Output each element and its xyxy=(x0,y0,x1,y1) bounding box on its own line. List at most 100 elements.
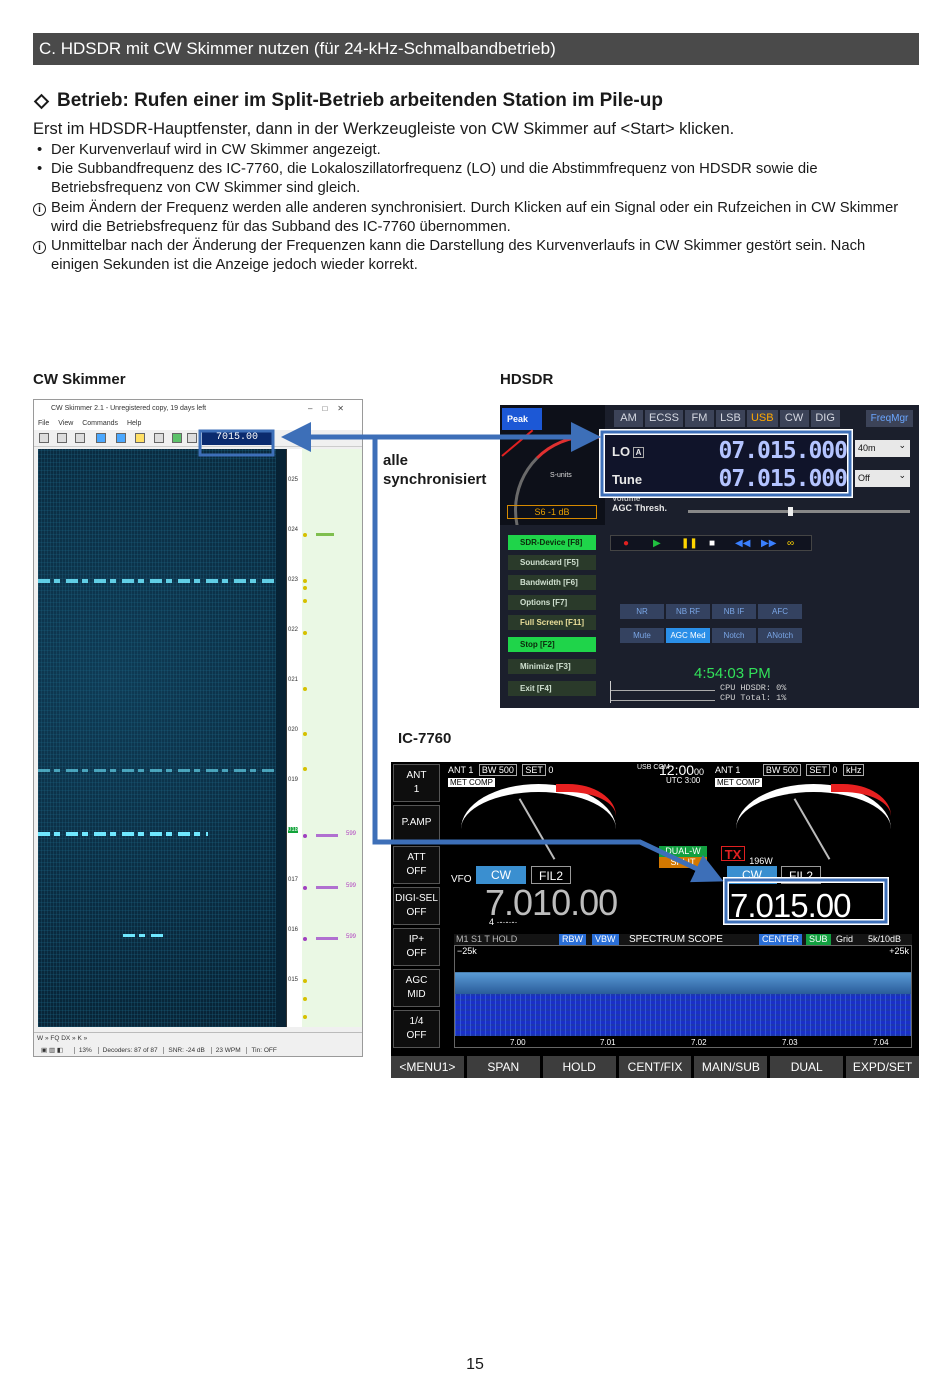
band-select[interactable]: 40m xyxy=(855,437,910,457)
exit-button[interactable]: Exit [F4] xyxy=(508,681,596,696)
soundcard-button[interactable]: Soundcard [F5] xyxy=(508,555,596,570)
window-controls[interactable]: –□✕ xyxy=(308,400,354,418)
bullet-text: Der Kurvenverlauf wird in CW Skimmer ang… xyxy=(51,142,381,158)
freqmgr-button[interactable]: FreqMgr xyxy=(866,410,913,427)
toolbar-button[interactable] xyxy=(135,433,145,443)
tune-frequency[interactable]: 07.015.000 xyxy=(719,466,848,492)
options-button[interactable]: Options [F7] xyxy=(508,595,596,610)
spot-dot xyxy=(303,834,307,838)
quarter-key[interactable]: 1/4 OFF xyxy=(393,1010,440,1048)
spot-call[interactable] xyxy=(316,834,338,837)
minimize-button[interactable]: Minimize [F3] xyxy=(508,659,596,674)
toolbar-button[interactable] xyxy=(187,433,197,443)
bandwidth-button[interactable]: Bandwidth [F6] xyxy=(508,575,596,590)
peak-button[interactable]: Peak xyxy=(502,408,542,430)
agc-slider[interactable] xyxy=(688,507,910,516)
menu-commands[interactable]: Commands xyxy=(82,420,118,427)
status-row: ▣ ▥ ◧ 13% Decoders: 87 of 87 SNR: -24 dB… xyxy=(37,1046,357,1054)
spot-call[interactable] xyxy=(316,937,338,940)
note-text: Unmittelbar nach der Änderung der Freque… xyxy=(51,238,866,273)
tune-row[interactable]: Tune 07.015.000 xyxy=(612,466,848,492)
afc-button[interactable]: AFC xyxy=(758,604,802,619)
menu-help[interactable]: Help xyxy=(127,420,141,427)
ruler-tick: 022 xyxy=(288,627,299,633)
menu1-key[interactable]: <MENU1> xyxy=(391,1056,464,1078)
ruler-tick: 016 xyxy=(288,927,299,933)
nb-if-button[interactable]: NB IF xyxy=(712,604,756,619)
signal-trace xyxy=(38,832,208,836)
ip-plus-key[interactable]: IP+ OFF xyxy=(393,928,440,966)
mode-usb[interactable]: USB xyxy=(746,410,778,427)
fullscreen-button[interactable]: Full Screen [F11] xyxy=(508,615,596,630)
att-key[interactable]: ATT OFF xyxy=(393,846,440,884)
toolbar-button[interactable] xyxy=(172,433,182,443)
mode-cw[interactable]: CW xyxy=(779,410,809,427)
menu-file[interactable]: File xyxy=(38,420,49,427)
mode-ecss[interactable]: ECSS xyxy=(645,410,683,427)
nb-rf-button[interactable]: NB RF xyxy=(666,604,710,619)
mode-am[interactable]: AM xyxy=(614,410,643,427)
window-titlebar: CW Skimmer 2.1 - Unregistered copy, 19 d… xyxy=(34,400,362,418)
agc-med-button[interactable]: AGC Med xyxy=(666,628,710,643)
info-icon: i xyxy=(33,203,46,216)
menu-view[interactable]: View xyxy=(58,420,73,427)
play-icon[interactable]: ▶ xyxy=(653,538,661,550)
sdr-device-button[interactable]: SDR-Device [F8] xyxy=(508,535,596,550)
pause-icon[interactable]: ❚❚ xyxy=(681,538,698,550)
sub-frequency[interactable]: 7.015.00 xyxy=(730,887,851,925)
rewind-icon[interactable]: ◀◀ xyxy=(735,538,750,550)
meter-label: S-units xyxy=(550,472,572,479)
record-icon[interactable]: ● xyxy=(623,538,629,550)
anotch-button[interactable]: ANotch xyxy=(758,628,802,643)
loop-icon[interactable]: ∞ xyxy=(787,538,794,550)
mute-button[interactable]: Mute xyxy=(620,628,664,643)
mode-dig[interactable]: DIG xyxy=(810,410,840,427)
waterfall-display[interactable] xyxy=(38,449,276,1027)
spectrum-scope[interactable]: −25k +25k 7.00 7.01 7.02 7.03 7.04 xyxy=(454,945,912,1048)
bullet-item: • Die Subbandfrequenz des IC-7760, die L… xyxy=(37,160,917,198)
spot-dot xyxy=(303,979,307,983)
stop-icon[interactable]: ■ xyxy=(709,538,715,550)
notch-button[interactable]: Notch xyxy=(712,628,756,643)
expd-set-key[interactable]: EXPD/SET xyxy=(846,1056,919,1078)
lo-row[interactable]: LO A 07.015.000 xyxy=(612,438,848,464)
frequency-field[interactable]: 7015.00 xyxy=(202,431,274,445)
ant-key[interactable]: ANT 1 xyxy=(393,764,440,802)
nr-button[interactable]: NR xyxy=(620,604,664,619)
agc-key[interactable]: AGC MID xyxy=(393,969,440,1007)
vfo-label: VFO xyxy=(451,874,472,885)
sub-filter[interactable]: FIL2 xyxy=(781,866,821,884)
toolbar-button[interactable] xyxy=(39,433,49,443)
mode-lsb[interactable]: LSB xyxy=(715,410,745,427)
sub-mode-cw[interactable]: CW xyxy=(727,866,777,884)
pamp-key[interactable]: P.AMP xyxy=(393,805,440,843)
dual-key[interactable]: DUAL xyxy=(770,1056,844,1078)
caption-ic7760: IC-7760 xyxy=(398,730,452,747)
stop-button[interactable]: Stop [F2] xyxy=(508,637,596,652)
lo-frequency[interactable]: 07.015.000 xyxy=(719,438,848,464)
dual-w-badge: DUAL-W xyxy=(659,846,707,857)
spot-call[interactable] xyxy=(316,533,334,536)
option-select[interactable]: Off xyxy=(855,467,910,487)
digi-sel-key[interactable]: DIGI-SEL OFF xyxy=(393,887,440,925)
toolbar-button[interactable] xyxy=(154,433,164,443)
toolbar-button[interactable] xyxy=(57,433,67,443)
hold-key[interactable]: HOLD xyxy=(542,1056,616,1078)
status-bar: W » FQ DX » K » ▣ ▥ ◧ 13% Decoders: 87 o… xyxy=(34,1032,362,1056)
cent-fix-key[interactable]: CENT/FIX xyxy=(618,1056,692,1078)
mode-fm[interactable]: FM xyxy=(684,410,714,427)
spot-call[interactable] xyxy=(316,886,338,889)
span-key[interactable]: SPAN xyxy=(466,1056,540,1078)
scope-axis-label: 7.04 xyxy=(873,1038,889,1047)
toolbar-button[interactable] xyxy=(116,433,126,443)
info-icon: i xyxy=(33,241,46,254)
dsp-buttons: NR NB RF NB IF AFC Mute AGC Med Notch ANotch xyxy=(620,601,810,649)
frequency-panel: LO A 07.015.000 Tune 07.015.000 xyxy=(603,432,853,495)
spot-list[interactable]: 599 599 599 xyxy=(302,449,362,1027)
frequency-ruler: 025 024 023 022 021 020 019 018 017 016 … xyxy=(286,449,302,1027)
main-sub-key[interactable]: MAIN/SUB xyxy=(694,1056,768,1078)
slider-knob[interactable] xyxy=(788,507,793,516)
fast-forward-icon[interactable]: ▶▶ xyxy=(761,538,776,550)
toolbar-button[interactable] xyxy=(96,433,106,443)
toolbar-button[interactable] xyxy=(75,433,85,443)
